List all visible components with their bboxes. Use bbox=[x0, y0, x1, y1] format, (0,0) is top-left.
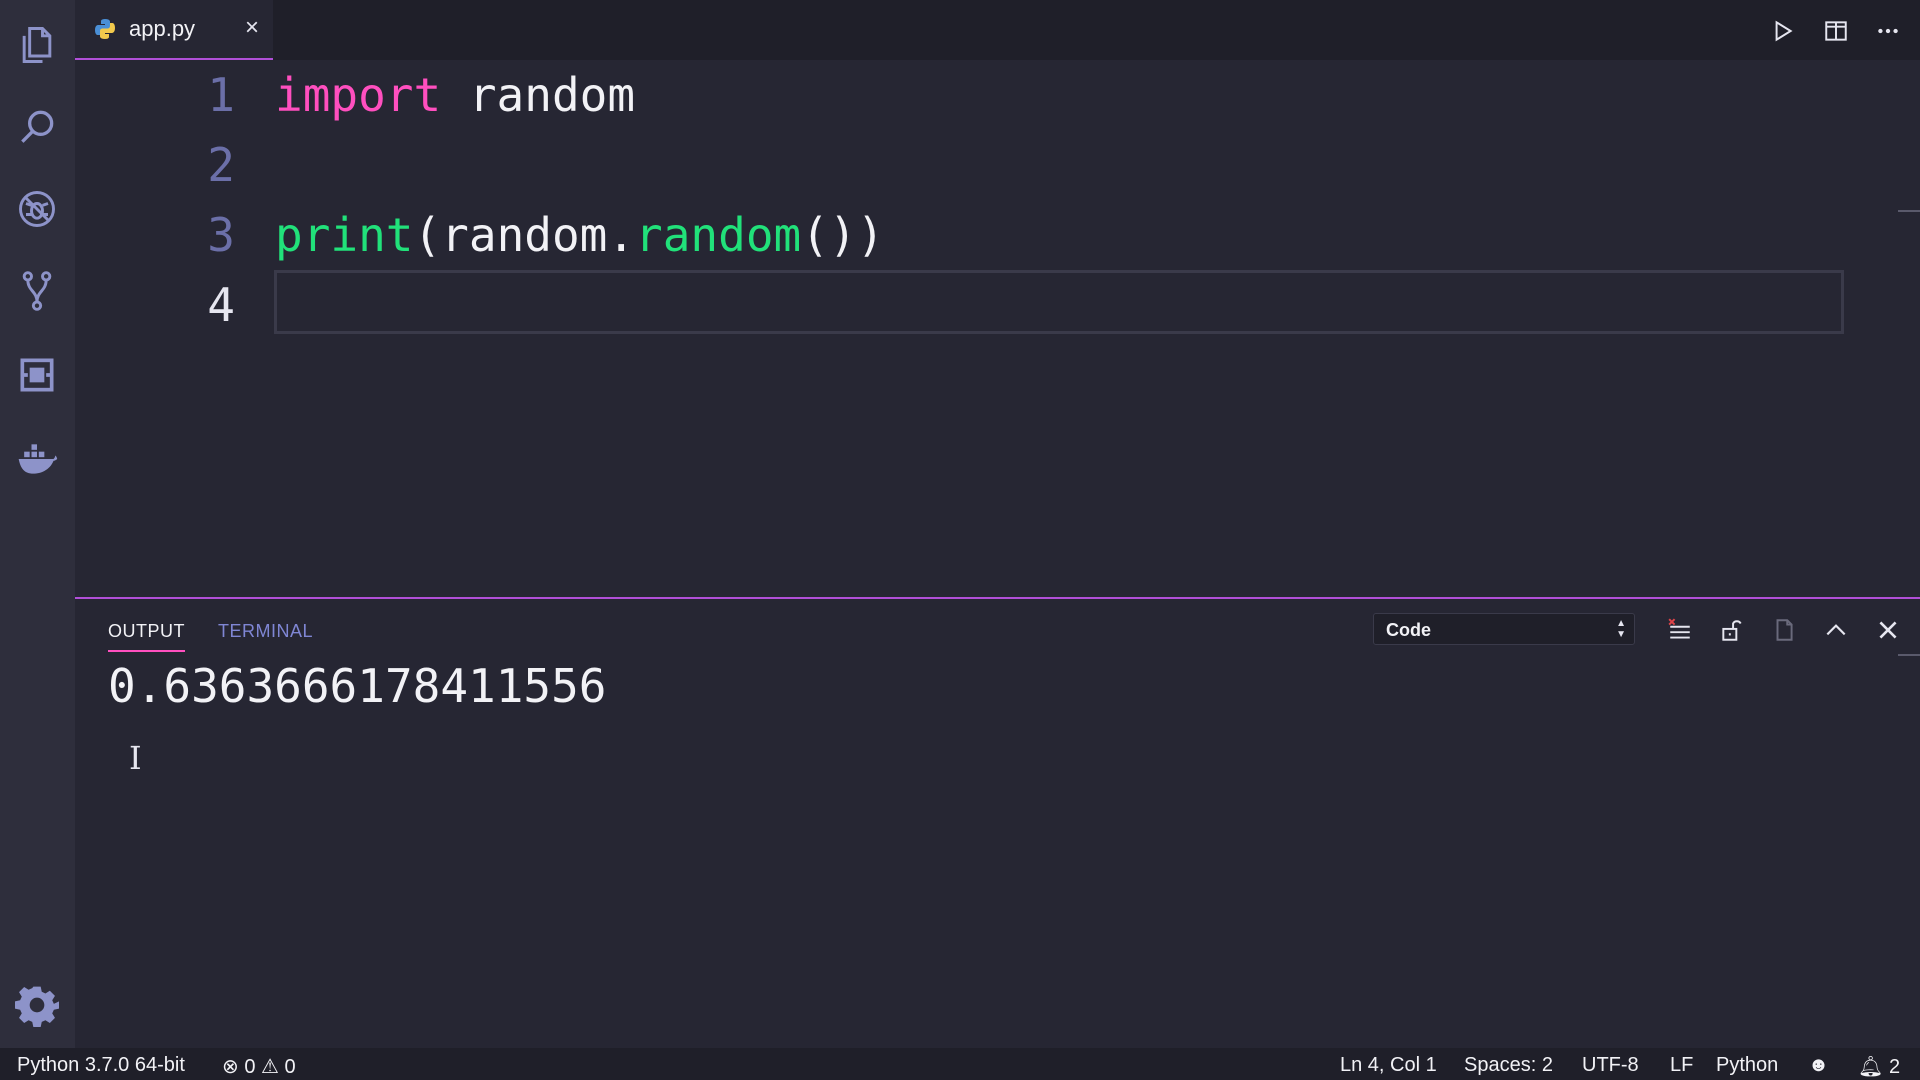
tab-output[interactable]: OUTPUT bbox=[108, 621, 185, 652]
select-arrows-icon: ▲ ▼ bbox=[1616, 618, 1626, 640]
python-file-icon bbox=[95, 19, 115, 39]
settings-gear-icon[interactable] bbox=[10, 978, 64, 1032]
line-number: 4 bbox=[207, 278, 235, 332]
source-control-icon[interactable] bbox=[10, 264, 64, 318]
docker-icon[interactable] bbox=[10, 432, 64, 486]
code-line-2[interactable]: 2 bbox=[75, 130, 1845, 200]
indentation[interactable]: Spaces: 2 bbox=[1464, 1054, 1553, 1077]
line-code: print(random.random()) bbox=[275, 208, 884, 262]
code-token: (random. bbox=[413, 208, 636, 262]
code-token: print bbox=[275, 208, 414, 262]
line-number: 1 bbox=[207, 68, 235, 122]
line-code: import random bbox=[275, 68, 635, 122]
warning-icon: ⚠ bbox=[261, 1056, 279, 1078]
scrollbar-marker bbox=[1898, 210, 1920, 212]
split-editor-icon[interactable] bbox=[1819, 14, 1853, 48]
end-of-line[interactable]: LF bbox=[1670, 1054, 1693, 1077]
editor-tab-bar: app.py × bbox=[75, 0, 1920, 60]
maximize-panel-icon[interactable] bbox=[1819, 613, 1853, 647]
status-bar: Python 3.7.0 64-bit ⊗ 0 ⚠ 0 Ln 4, Col 1 … bbox=[0, 1048, 1920, 1080]
language-mode[interactable]: Python bbox=[1716, 1054, 1778, 1077]
close-panel-icon[interactable] bbox=[1871, 613, 1905, 647]
code-line-3[interactable]: 3 print(random.random()) bbox=[75, 200, 1845, 270]
code-line-1[interactable]: 1 import random bbox=[75, 60, 1845, 130]
code-token: random bbox=[635, 208, 802, 262]
clear-output-icon[interactable] bbox=[1663, 613, 1697, 647]
tab-app-py[interactable]: app.py × bbox=[75, 0, 273, 60]
output-channel-value: Code bbox=[1386, 620, 1431, 640]
output-panel: OUTPUT TERMINAL Code ▲ ▼ 0.63636661784115… bbox=[75, 597, 1920, 1050]
text-cursor-icon: I bbox=[129, 739, 142, 777]
debug-icon[interactable] bbox=[10, 182, 64, 236]
cursor-position[interactable]: Ln 4, Col 1 bbox=[1340, 1054, 1437, 1077]
code-token: import bbox=[275, 68, 442, 122]
scrollbar-marker bbox=[1898, 654, 1920, 656]
line-number: 3 bbox=[207, 208, 235, 262]
warning-count: 0 bbox=[284, 1056, 296, 1078]
output-channel-select[interactable]: Code ▲ ▼ bbox=[1373, 613, 1635, 645]
open-log-icon[interactable] bbox=[1767, 613, 1801, 647]
code-line-4[interactable]: 4 bbox=[75, 270, 1845, 340]
run-icon[interactable] bbox=[1765, 14, 1799, 48]
bell-icon: 🔔︎ bbox=[1858, 1056, 1884, 1078]
feedback-smiley-icon[interactable]: ☻ bbox=[1808, 1054, 1829, 1077]
tab-close-icon[interactable]: × bbox=[245, 16, 259, 40]
extensions-icon[interactable] bbox=[10, 348, 64, 402]
problems-indicator[interactable]: ⊗ 0 ⚠ 0 bbox=[222, 1054, 296, 1079]
encoding[interactable]: UTF-8 bbox=[1582, 1054, 1639, 1077]
error-icon: ⊗ bbox=[222, 1056, 239, 1078]
notifications[interactable]: 🔔︎ 2 bbox=[1858, 1054, 1900, 1079]
line-number: 2 bbox=[207, 138, 235, 192]
tab-label: app.py bbox=[129, 16, 196, 41]
lock-scroll-icon[interactable] bbox=[1715, 613, 1749, 647]
interpreter-selector[interactable]: Python 3.7.0 64-bit bbox=[17, 1054, 185, 1077]
code-editor[interactable]: 1 import random 2 3 print(random.random(… bbox=[75, 60, 1920, 596]
error-count: 0 bbox=[244, 1056, 256, 1078]
code-token: ()) bbox=[801, 208, 885, 262]
search-icon[interactable] bbox=[10, 100, 64, 154]
more-actions-icon[interactable] bbox=[1871, 14, 1905, 48]
notification-count: 2 bbox=[1888, 1056, 1901, 1078]
code-token: random bbox=[441, 68, 636, 122]
tab-terminal[interactable]: TERMINAL bbox=[218, 621, 313, 642]
activity-bar bbox=[0, 0, 75, 1048]
files-icon[interactable] bbox=[10, 18, 64, 72]
output-text[interactable]: 0.6363666178411556 bbox=[108, 659, 607, 713]
